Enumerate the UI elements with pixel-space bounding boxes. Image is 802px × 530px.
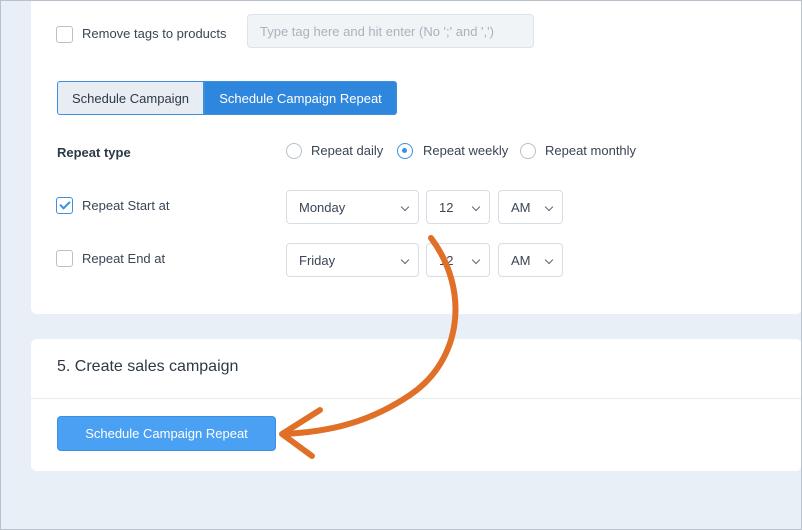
- repeat-start-period-select[interactable]: AM: [498, 190, 563, 224]
- tab-schedule-campaign[interactable]: Schedule Campaign: [57, 81, 204, 115]
- repeat-end-hour-value: 12: [439, 252, 454, 268]
- repeat-end-period-select[interactable]: AM: [498, 243, 563, 277]
- schedule-campaign-repeat-button[interactable]: Schedule Campaign Repeat: [57, 416, 276, 451]
- tab-schedule-campaign-repeat[interactable]: Schedule Campaign Repeat: [204, 81, 397, 115]
- chevron-down-icon: [471, 202, 481, 212]
- repeat-start-period-value: AM: [511, 199, 531, 215]
- repeat-end-day-value: Friday: [299, 252, 336, 268]
- repeat-daily-label: Repeat daily: [311, 143, 384, 158]
- repeat-end-day-select[interactable]: Friday: [286, 243, 419, 277]
- chevron-down-icon: [544, 255, 554, 265]
- section-title: 5. Create sales campaign: [57, 358, 239, 375]
- repeat-start-checkbox[interactable]: [56, 197, 73, 214]
- schedule-tabs: Schedule Campaign Schedule Campaign Repe…: [57, 81, 397, 115]
- radio-repeat-daily[interactable]: [286, 143, 302, 159]
- repeat-end-period-value: AM: [511, 252, 531, 268]
- repeat-start-hour-select[interactable]: 12: [426, 190, 490, 224]
- repeat-start-day-select[interactable]: Monday: [286, 190, 419, 224]
- repeat-end-checkbox[interactable]: [56, 250, 73, 267]
- remove-tags-label: Remove tags to products: [82, 26, 227, 41]
- chevron-down-icon: [400, 255, 410, 265]
- chevron-down-icon: [471, 255, 481, 265]
- radio-repeat-weekly[interactable]: [397, 143, 413, 159]
- repeat-start-label: Repeat Start at: [82, 198, 170, 213]
- remove-tags-checkbox[interactable]: [56, 26, 73, 43]
- chevron-down-icon: [400, 202, 410, 212]
- tag-input[interactable]: [247, 14, 534, 48]
- repeat-start-hour-value: 12: [439, 199, 454, 215]
- repeat-weekly-label: Repeat weekly: [423, 143, 509, 158]
- repeat-end-hour-select[interactable]: 12: [426, 243, 490, 277]
- repeat-end-label: Repeat End at: [82, 251, 166, 266]
- repeat-start-day-value: Monday: [299, 199, 346, 215]
- section-divider: [31, 398, 802, 399]
- radio-repeat-monthly[interactable]: [520, 143, 536, 159]
- repeat-type-label: Repeat type: [57, 145, 131, 160]
- chevron-down-icon: [544, 202, 554, 212]
- repeat-monthly-label: Repeat monthly: [545, 143, 637, 158]
